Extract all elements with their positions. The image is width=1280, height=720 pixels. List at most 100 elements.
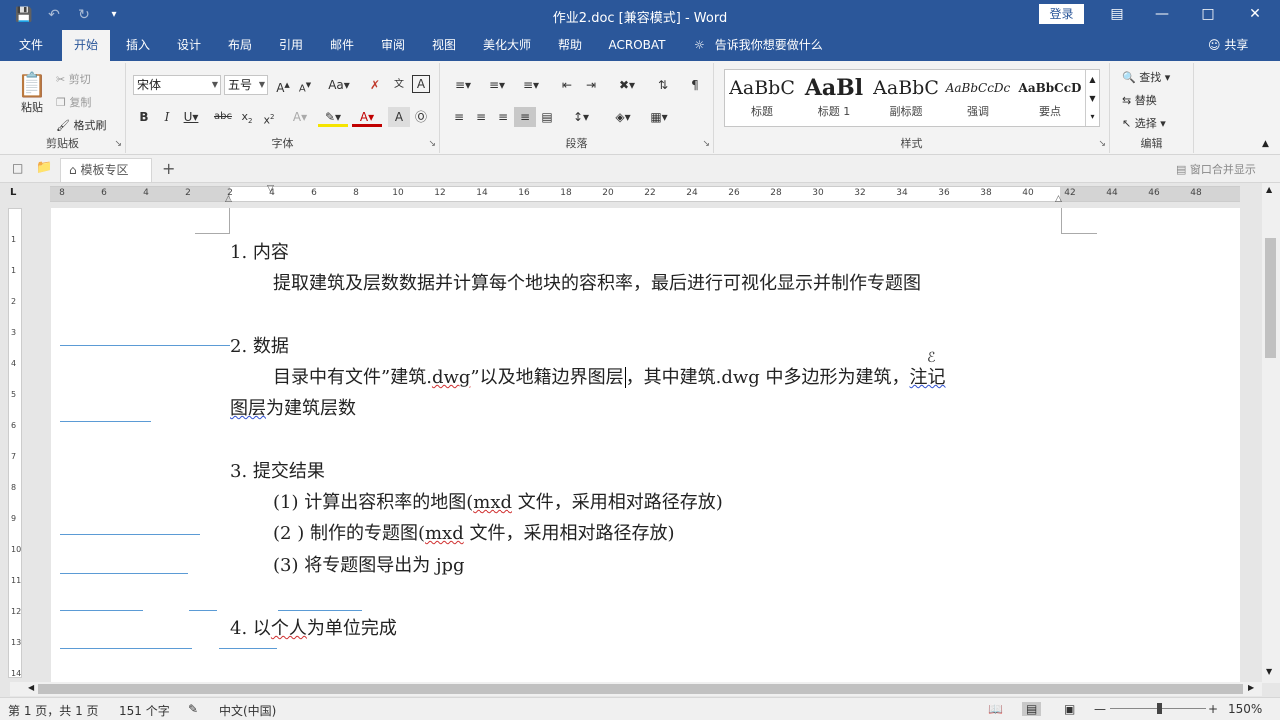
align-right-icon[interactable]: ≡ bbox=[492, 107, 514, 127]
tab-file[interactable]: 文件 bbox=[10, 30, 52, 61]
login-button[interactable]: 登录 bbox=[1039, 4, 1084, 24]
grow-font-icon[interactable]: A▲ bbox=[272, 75, 294, 95]
template-zone-tab[interactable]: ⌂ 模板专区 bbox=[60, 158, 152, 182]
zoom-slider-thumb[interactable] bbox=[1157, 703, 1162, 714]
left-indent-marker[interactable]: △ bbox=[225, 194, 232, 204]
tell-me-box[interactable]: ☼ 告诉我你想要做什么 bbox=[694, 30, 823, 61]
increase-indent-icon[interactable]: ⇥ bbox=[580, 75, 602, 95]
styles-scroll-up-icon[interactable]: ▲ bbox=[1085, 70, 1099, 89]
character-shading-icon[interactable]: A bbox=[388, 107, 410, 127]
tab-acrobat[interactable]: ACROBAT bbox=[602, 30, 672, 61]
numbering-icon[interactable]: ≡▾ bbox=[482, 75, 512, 95]
style-heading-1[interactable]: AaBl 标题 1 bbox=[800, 73, 868, 123]
sort-icon[interactable]: ⇅ bbox=[652, 75, 674, 95]
tab-review[interactable]: 审阅 bbox=[371, 30, 415, 61]
highlight-icon[interactable]: ✎▾ bbox=[318, 107, 348, 127]
replace-button[interactable]: ⇆ 替换 bbox=[1122, 92, 1157, 108]
align-center-icon[interactable]: ≡ bbox=[470, 107, 492, 127]
borders-icon[interactable]: ▦▾ bbox=[644, 107, 674, 127]
clear-formatting-icon[interactable]: ✗ bbox=[364, 75, 386, 95]
justify-icon[interactable]: ≡ bbox=[514, 107, 536, 127]
underline-icon[interactable]: U▾ bbox=[177, 107, 205, 127]
font-color-icon[interactable]: A▾ bbox=[352, 107, 382, 127]
horizontal-scroll-thumb[interactable] bbox=[38, 684, 1243, 694]
merge-windows-button[interactable]: ▤ 窗口合并显示 bbox=[1176, 161, 1256, 177]
share-button[interactable]: ☺ 共享 bbox=[1208, 30, 1248, 61]
scroll-left-icon[interactable]: ◀ bbox=[28, 683, 34, 692]
ribbon-display-options-icon[interactable]: ▤ bbox=[1105, 3, 1129, 25]
clipboard-launcher-icon[interactable]: ↘ bbox=[114, 139, 122, 149]
align-left-icon[interactable]: ≡ bbox=[448, 107, 470, 127]
tab-mailings[interactable]: 邮件 bbox=[320, 30, 364, 61]
format-painter-button[interactable]: 🖌 格式刷 bbox=[56, 117, 106, 133]
paragraph-launcher-icon[interactable]: ↘ bbox=[702, 139, 710, 149]
bullets-icon[interactable]: ≡▾ bbox=[448, 75, 478, 95]
right-indent-marker[interactable]: △ bbox=[1055, 194, 1062, 204]
close-button[interactable]: ✕ bbox=[1243, 3, 1267, 25]
first-line-indent-marker[interactable]: ▽ bbox=[267, 184, 274, 194]
style-emphasis[interactable]: AaBbCcDc 强调 bbox=[944, 73, 1012, 123]
tab-insert[interactable]: 插入 bbox=[116, 30, 160, 61]
style-strong[interactable]: AaBbCcD 要点 bbox=[1016, 73, 1084, 123]
paste-button[interactable]: 📋 粘贴 bbox=[14, 71, 50, 115]
multilevel-list-icon[interactable]: ≡▾ bbox=[516, 75, 546, 95]
tab-home[interactable]: 开始 bbox=[62, 30, 110, 61]
page-count[interactable]: 第 1 页，共 1 页 bbox=[8, 702, 99, 719]
font-size-combo[interactable]: 五号 ▼ bbox=[224, 75, 268, 95]
chinese-layout-icon[interactable]: ✖▾ bbox=[612, 75, 642, 95]
text-effects-icon[interactable]: A▾ bbox=[286, 107, 314, 127]
font-name-combo[interactable]: 宋体 ▼ bbox=[133, 75, 221, 95]
font-launcher-icon[interactable]: ↘ bbox=[428, 139, 436, 149]
scroll-down-icon[interactable]: ▼ bbox=[1266, 667, 1272, 676]
shrink-font-icon[interactable]: A▼ bbox=[294, 75, 316, 95]
italic-icon[interactable]: I bbox=[156, 107, 178, 127]
superscript-icon[interactable]: x2 bbox=[258, 107, 280, 127]
horizontal-ruler[interactable]: L 8 6 4 2 2 4 6 8 10 12 14 16 18 20 22 24 26 28 30 32 34 36 38… bbox=[0, 183, 1280, 205]
proofing-icon[interactable]: ✎ bbox=[188, 702, 198, 716]
web-layout-icon[interactable]: ▣ bbox=[1064, 702, 1075, 716]
style-heading[interactable]: AaBbC 标题 bbox=[728, 73, 796, 123]
strikethrough-icon[interactable]: abc bbox=[210, 107, 236, 127]
tab-design[interactable]: 设计 bbox=[167, 30, 211, 61]
tab-selector-icon[interactable]: L bbox=[10, 187, 16, 198]
tab-beautify[interactable]: 美化大师 bbox=[474, 30, 540, 61]
phonetic-guide-icon[interactable]: 文 bbox=[388, 75, 410, 95]
folder-icon[interactable]: 📁 bbox=[36, 160, 52, 175]
minimize-button[interactable]: — bbox=[1150, 3, 1174, 25]
style-subtitle[interactable]: AaBbC 副标题 bbox=[872, 73, 940, 123]
zoom-out-icon[interactable]: — bbox=[1094, 702, 1106, 716]
zoom-level[interactable]: 150% bbox=[1228, 702, 1262, 716]
add-tab-icon[interactable]: + bbox=[162, 159, 175, 178]
styles-launcher-icon[interactable]: ↘ bbox=[1098, 139, 1106, 149]
vertical-scroll-thumb[interactable] bbox=[1265, 238, 1276, 358]
scroll-up-icon[interactable]: ▲ bbox=[1266, 185, 1272, 194]
change-case-icon[interactable]: Aa▾ bbox=[324, 75, 354, 95]
print-layout-icon[interactable]: ▤ bbox=[1022, 702, 1042, 716]
bold-icon[interactable]: B bbox=[133, 107, 155, 127]
styles-scroll-down-icon[interactable]: ▼ bbox=[1085, 89, 1099, 108]
vertical-scrollbar[interactable]: ▲ ▼ bbox=[1262, 183, 1280, 683]
shading-icon[interactable]: ◈▾ bbox=[608, 107, 638, 127]
horizontal-scrollbar[interactable]: ◀ ▶ bbox=[10, 682, 1262, 696]
show-marks-icon[interactable]: ¶ bbox=[684, 75, 706, 95]
zoom-in-icon[interactable]: + bbox=[1208, 702, 1218, 716]
character-border-icon[interactable]: A bbox=[412, 75, 430, 93]
decrease-indent-icon[interactable]: ⇤ bbox=[556, 75, 578, 95]
new-doc-icon[interactable]: □ bbox=[12, 161, 23, 175]
vertical-ruler[interactable]: 1 1 2 3 4 5 6 7 8 9 10 11 12 13 14 bbox=[8, 208, 22, 678]
maximize-button[interactable]: □ bbox=[1196, 3, 1220, 25]
tab-references[interactable]: 引用 bbox=[269, 30, 313, 61]
read-mode-icon[interactable]: 📖 bbox=[988, 702, 1003, 716]
word-count[interactable]: 151 个字 bbox=[119, 702, 170, 719]
find-button[interactable]: 🔍 查找 ▾ bbox=[1122, 69, 1170, 85]
line-spacing-icon[interactable]: ↕▾ bbox=[566, 107, 596, 127]
select-button[interactable]: ↖ 选择 ▾ bbox=[1122, 115, 1166, 131]
styles-more-icon[interactable]: ▾ bbox=[1085, 108, 1099, 126]
scroll-right-icon[interactable]: ▶ bbox=[1248, 683, 1254, 692]
distributed-icon[interactable]: ▤ bbox=[536, 107, 558, 127]
enclose-characters-icon[interactable]: Ⓞ bbox=[410, 107, 432, 127]
tab-help[interactable]: 帮助 bbox=[548, 30, 592, 61]
tab-view[interactable]: 视图 bbox=[422, 30, 466, 61]
language-indicator[interactable]: 中文(中国) bbox=[219, 702, 276, 719]
collapse-ribbon-icon[interactable]: ▲ bbox=[1262, 139, 1269, 149]
